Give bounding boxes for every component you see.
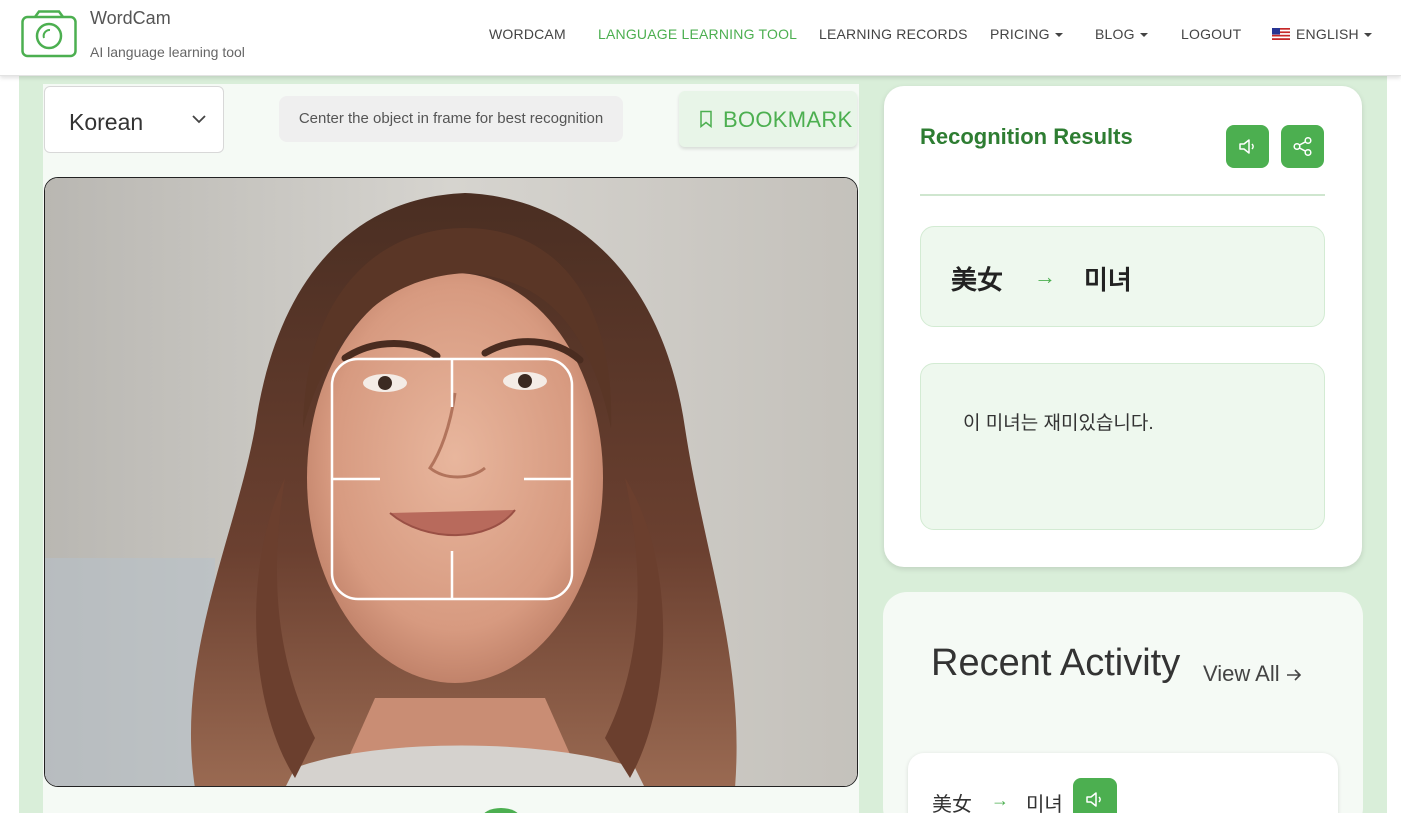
framing-hint: Center the object in frame for best reco… (279, 96, 623, 142)
nav-label: ENGLISH (1296, 26, 1359, 42)
nav-language-english[interactable]: ENGLISH (1272, 26, 1372, 42)
arrow-right-icon: → (991, 790, 1009, 810)
activity-source-word: 美女 (932, 794, 972, 813)
camera-feed[interactable] (44, 177, 858, 787)
example-sentence-box: 이 미녀는 재미있습니다. (920, 363, 1325, 530)
example-sentence: 이 미녀는 재미있습니다. (963, 413, 1154, 434)
top-navbar: WordCam AI language learning tool WORDCA… (0, 0, 1401, 76)
activity-target-word: 미녀 (1026, 794, 1063, 813)
nav-label: PRICING (990, 26, 1050, 42)
us-flag-icon (1272, 28, 1290, 40)
arrow-right-icon: → (1034, 264, 1056, 289)
results-title: Recognition Results (920, 124, 1133, 149)
nav-label: LEARNING RECORDS (819, 26, 968, 42)
nav-language-learning-tool[interactable]: LANGUAGE LEARNING TOOL (598, 26, 797, 42)
speaker-icon (1239, 139, 1254, 154)
nav-label: BLOG (1095, 26, 1135, 42)
caret-down-icon (1139, 33, 1148, 38)
bookmark-icon (700, 110, 712, 128)
nav-learning-records[interactable]: LEARNING RECORDS (819, 26, 968, 42)
caret-down-icon (1054, 33, 1063, 38)
target-word: 미녀 (1084, 265, 1132, 295)
speaker-icon (1086, 792, 1101, 807)
nav-wordcam[interactable]: WORDCAM (489, 26, 566, 42)
nav-pricing[interactable]: PRICING (990, 26, 1063, 42)
chevron-down-icon (192, 115, 206, 124)
bookmark-button[interactable]: BOOKMARK (679, 91, 857, 147)
arrow-right-icon (1286, 669, 1301, 681)
language-select-value: Korean (69, 109, 144, 135)
activity-speak-button[interactable] (1073, 778, 1117, 813)
nav-label: LOGOUT (1181, 26, 1242, 42)
share-button[interactable] (1281, 125, 1324, 168)
nav-logout[interactable]: LOGOUT (1181, 26, 1241, 42)
brand-name[interactable]: WordCam (90, 8, 171, 29)
language-select[interactable]: Korean (44, 86, 224, 153)
nav-blog[interactable]: BLOG (1095, 26, 1148, 42)
results-divider (920, 194, 1325, 196)
translation-box: 美女 → 미녀 (920, 226, 1325, 327)
recognition-results-card: Recognition Results 美女 → 미녀 이 미녀는 재미있습니다… (884, 86, 1362, 567)
view-all-label: View All (1203, 661, 1280, 686)
bookmark-label: BOOKMARK (723, 107, 853, 132)
nav-label: LANGUAGE LEARNING TOOL (598, 26, 798, 42)
source-word: 美女 (951, 265, 1004, 295)
camera-logo-icon[interactable] (21, 10, 77, 58)
camera-image (45, 178, 857, 786)
view-all-link[interactable]: View All (1203, 661, 1302, 687)
list-item[interactable]: 美女 → 미녀 (908, 753, 1338, 813)
nav-label: WORDCAM (489, 26, 566, 42)
share-icon (1293, 136, 1312, 157)
speak-button[interactable] (1226, 125, 1269, 168)
brand-tagline: AI language learning tool (90, 44, 245, 60)
caret-down-icon (1363, 33, 1372, 38)
recent-activity-title: Recent Activity (931, 642, 1181, 684)
